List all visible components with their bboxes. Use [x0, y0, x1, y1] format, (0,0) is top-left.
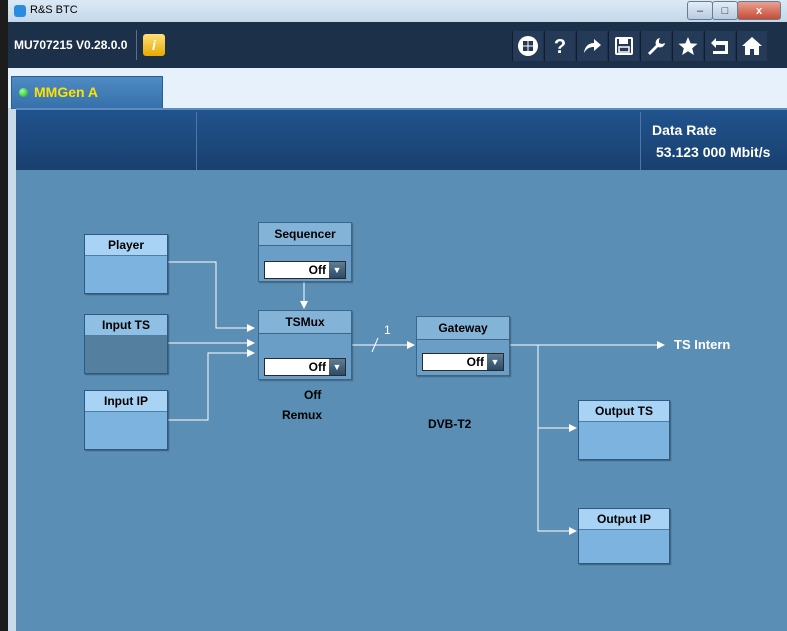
chevron-down-icon: ▼ [329, 262, 345, 278]
tsmux-status-label: Off [304, 388, 322, 402]
version-label: MU707215 V0.28.0.0 [14, 38, 128, 52]
windows-button[interactable] [512, 31, 543, 61]
gateway-block[interactable]: Gateway Off ▼ [416, 316, 510, 376]
star-icon [678, 37, 698, 55]
output-ts-block[interactable]: Output TS [578, 400, 670, 460]
link-count-label: 1 [384, 323, 391, 337]
tsmux-block[interactable]: TSMux Off ▼ [258, 310, 352, 380]
save-icon [615, 37, 633, 55]
output-ip-title: Output IP [579, 509, 669, 530]
forward-arrow-icon [584, 39, 601, 53]
share-button[interactable] [576, 31, 607, 61]
sequencer-state-value: Off [308, 263, 326, 277]
save-button[interactable] [608, 31, 639, 61]
tsmux-mode-label: Remux [282, 408, 323, 422]
gateway-standard-label: DVB-T2 [428, 417, 472, 431]
tab-label: MMGen A [34, 84, 99, 100]
back-arrow-icon [711, 38, 728, 54]
sequencer-block[interactable]: Sequencer Off ▼ [258, 222, 352, 282]
window-titlebar[interactable]: R&S BTC – □ x [8, 0, 787, 22]
info-button[interactable]: i [143, 34, 165, 56]
app-icon [14, 5, 26, 17]
close-button[interactable]: x [737, 1, 781, 20]
player-block[interactable]: Player [84, 234, 168, 294]
help-button[interactable]: ? [544, 31, 575, 61]
home-button[interactable] [736, 31, 767, 61]
windows-logo-icon [518, 36, 538, 56]
wrench-icon [648, 38, 665, 55]
input-ip-block[interactable]: Input IP [84, 390, 168, 450]
output-ts-title: Output TS [579, 401, 669, 422]
back-button[interactable] [704, 31, 735, 61]
tsmux-state-value: Off [308, 360, 326, 374]
chevron-down-icon: ▼ [487, 354, 503, 370]
tab-mmgen-a[interactable]: MMGen A [11, 76, 163, 109]
sequencer-title: Sequencer [259, 223, 351, 246]
input-ts-block[interactable]: Input TS [84, 314, 168, 374]
gateway-state-select[interactable]: Off ▼ [422, 353, 504, 371]
tsmux-state-select[interactable]: Off ▼ [264, 358, 346, 376]
favorites-button[interactable] [672, 31, 703, 61]
input-ts-title: Input TS [85, 315, 167, 336]
player-title: Player [85, 235, 167, 256]
minimize-button[interactable]: – [687, 1, 713, 20]
data-rate-label: Data Rate [652, 122, 717, 138]
sequencer-state-select[interactable]: Off ▼ [264, 261, 346, 279]
output-ip-block[interactable]: Output IP [578, 508, 670, 564]
header-divider [196, 112, 197, 172]
toolbar-divider [136, 30, 137, 60]
input-ip-title: Input IP [85, 391, 167, 412]
tsmux-title: TSMux [259, 311, 351, 334]
app-toolbar: MU707215 V0.28.0.0 i ? [8, 22, 787, 68]
data-rate-value: 53.123 000 Mbit/s [656, 144, 771, 160]
help-icon: ? [554, 36, 566, 57]
settings-button[interactable] [640, 31, 671, 61]
chevron-down-icon: ▼ [329, 359, 345, 375]
home-icon [742, 37, 762, 55]
gateway-title: Gateway [417, 317, 509, 340]
signal-flow-canvas: Player Input TS Input IP Sequencer Off ▼… [16, 170, 787, 631]
gateway-state-value: Off [466, 355, 484, 369]
ts-intern-label: TS Intern [674, 337, 731, 352]
header-divider [640, 112, 641, 172]
status-header: Data Rate 53.123 000 Mbit/s [16, 108, 787, 172]
window-title: R&S BTC [30, 4, 78, 16]
status-led [19, 88, 28, 97]
maximize-button[interactable]: □ [712, 1, 738, 20]
svg-text:?: ? [554, 36, 566, 57]
tab-bar: MMGen A [8, 68, 787, 109]
